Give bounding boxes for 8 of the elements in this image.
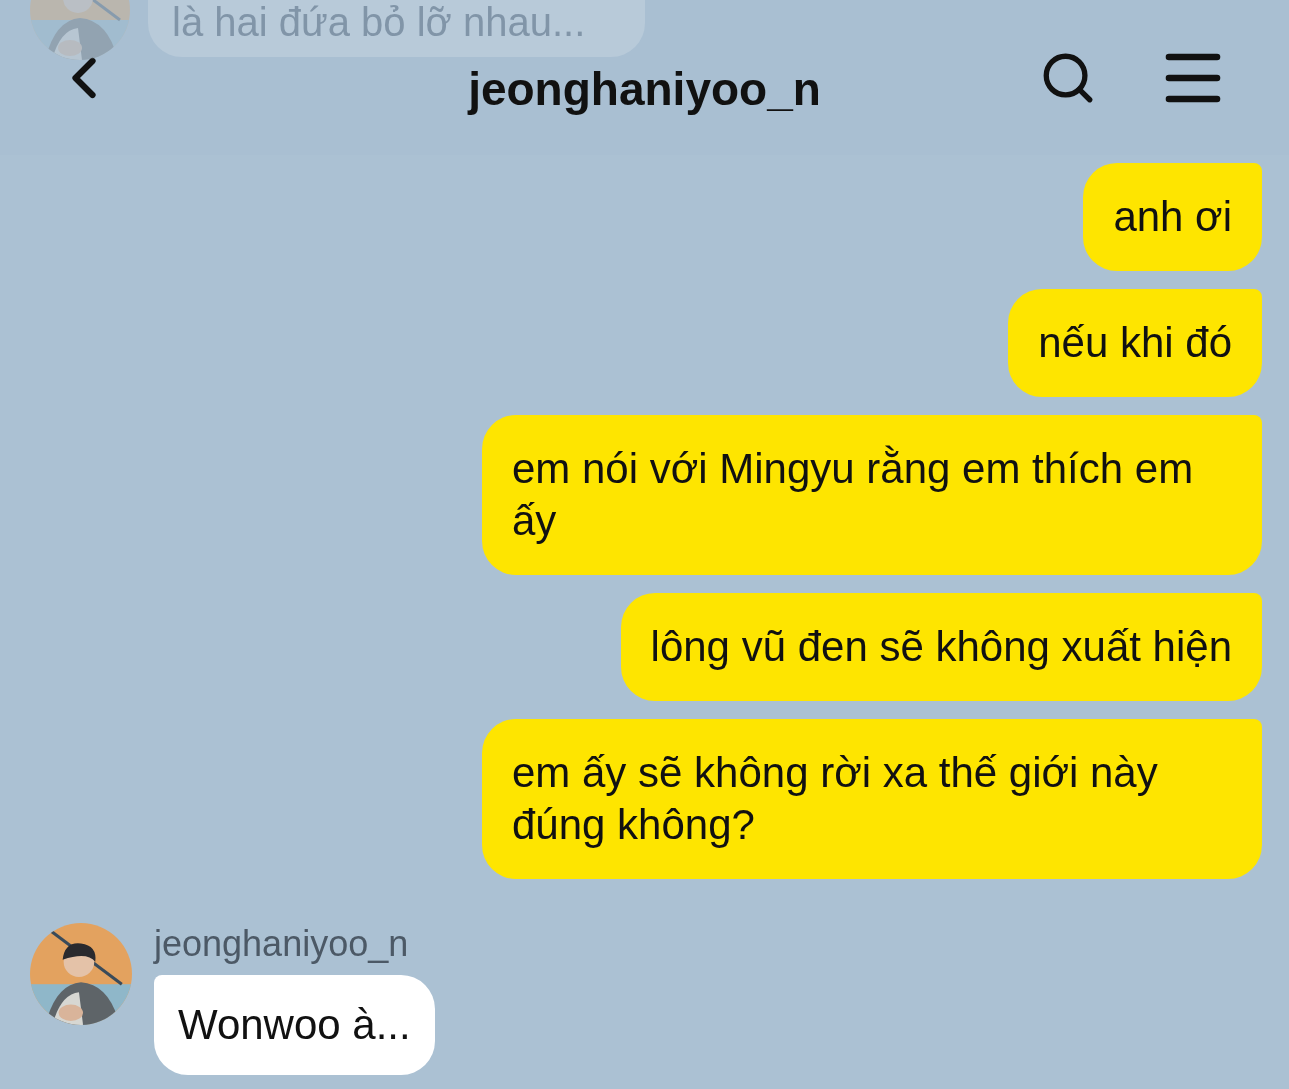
sent-message-bubble: nếu khi đó	[1008, 289, 1262, 397]
chat-title: jeonghaniyoo_n	[468, 62, 821, 116]
sent-message-bubble: em nói với Mingyu rằng em thích em ấy	[482, 415, 1262, 575]
sent-message-bubble: lông vũ đen sẽ không xuất hiện	[620, 593, 1262, 701]
sent-message-bubble: em ấy sẽ không rời xa thế giới này đúng không?	[482, 719, 1262, 879]
sender-name: jeonghaniyoo_n	[154, 923, 409, 965]
received-message-bubble: Wonwoo à...	[154, 975, 435, 1075]
sent-message-bubble: anh ơi	[1083, 163, 1262, 271]
